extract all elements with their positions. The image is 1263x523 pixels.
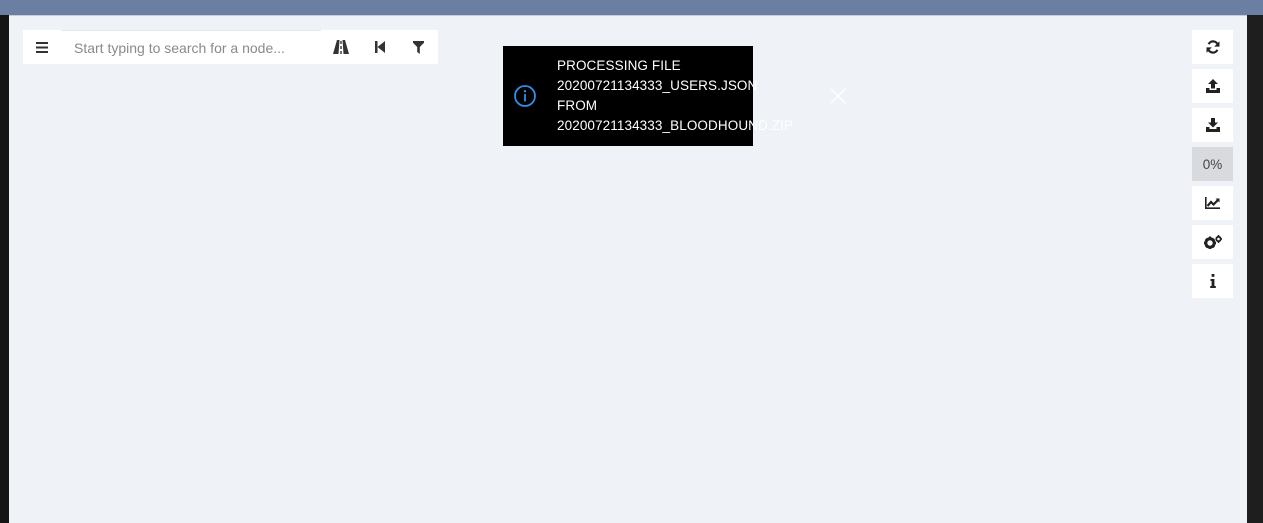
progress-label: 0% — [1202, 156, 1223, 172]
analysis-button[interactable] — [1192, 186, 1233, 220]
toast-message: PROCESSING FILE 20200721134333_USERS.JSO… — [557, 56, 793, 136]
search-bar — [23, 30, 438, 64]
refresh-icon — [1206, 40, 1219, 54]
window-frame-right — [1247, 15, 1263, 523]
filter-icon — [413, 40, 424, 54]
settings-button[interactable] — [1192, 225, 1233, 259]
menu-button[interactable] — [23, 30, 61, 64]
window-titlebar — [0, 0, 1263, 15]
about-button[interactable] — [1192, 264, 1233, 298]
line-chart-icon — [1205, 197, 1220, 209]
info-icon — [1209, 274, 1216, 288]
toast-line: 20200721134333_USERS.JSON — [557, 78, 758, 93]
refresh-button[interactable] — [1192, 30, 1233, 64]
download-button[interactable] — [1192, 108, 1233, 142]
window-frame-left — [0, 15, 9, 523]
info-circle-icon — [514, 85, 536, 107]
toast-line: 20200721134333_BLOODHOUND.ZIP — [557, 118, 794, 133]
bars-icon — [36, 41, 48, 53]
upload-icon — [1205, 79, 1220, 93]
upload-button[interactable] — [1192, 69, 1233, 103]
toast-line: FROM — [557, 98, 598, 113]
processing-toast: PROCESSING FILE 20200721134333_USERS.JSO… — [503, 46, 846, 146]
filter-button[interactable] — [399, 30, 438, 64]
toast-line: PROCESSING FILE — [557, 58, 681, 73]
close-icon[interactable] — [828, 86, 848, 106]
road-icon — [332, 40, 349, 54]
step-backward-icon — [374, 41, 385, 53]
cogs-icon — [1203, 235, 1222, 249]
pathfinding-button[interactable] — [321, 30, 360, 64]
back-button[interactable] — [360, 30, 399, 64]
progress-indicator: 0% — [1192, 147, 1233, 181]
download-icon — [1205, 118, 1220, 132]
search-input[interactable] — [61, 30, 321, 64]
